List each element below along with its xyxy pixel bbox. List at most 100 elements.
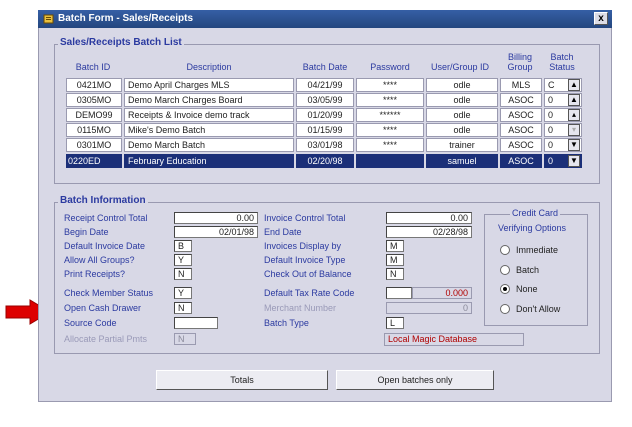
cell-batch-id: 0305MO: [66, 93, 122, 107]
check-member-status-label: Check Member Status: [64, 288, 154, 298]
cell-password: [356, 154, 424, 168]
credit-card-subtitle: Verifying Options: [498, 223, 567, 233]
scroll-first-icon[interactable]: ▲: [568, 79, 580, 91]
invoices-display-by-field[interactable]: M: [386, 240, 404, 252]
begin-date-field[interactable]: 02/01/98: [174, 226, 258, 238]
radio-immediate-label[interactable]: Immediate: [516, 245, 558, 255]
invoices-display-by-label: Invoices Display by: [264, 241, 342, 251]
cell-billing-group: ASOC: [500, 138, 542, 152]
cell-batch-id: DEMO99: [66, 108, 122, 122]
batch-type-field[interactable]: L: [386, 317, 404, 329]
cell-batch-date: 01/20/99: [296, 108, 354, 122]
default-invoice-type-label: Default Invoice Type: [264, 255, 346, 265]
app-icon: [43, 14, 54, 24]
cell-batch-id: 0220ED: [66, 154, 122, 168]
cell-password: ******: [356, 108, 424, 122]
window-title: Batch Form - Sales/Receipts: [58, 13, 194, 24]
invoice-control-total-label: Invoice Control Total: [264, 213, 346, 223]
check-out-of-balance-field[interactable]: N: [386, 268, 404, 280]
allow-all-groups-field[interactable]: Y: [174, 254, 192, 266]
cell-batch-date: 04/21/99: [296, 78, 354, 92]
column-header-batch-date[interactable]: Batch Date: [296, 62, 354, 72]
cell-billing-group: ASOC: [500, 154, 542, 168]
source-code-field[interactable]: [174, 317, 218, 329]
cell-batch-date: 02/20/98: [296, 154, 354, 168]
cell-billing-group: ASOC: [500, 123, 542, 137]
cell-user: trainer: [426, 138, 498, 152]
begin-date-label: Begin Date: [64, 227, 109, 237]
end-date-label: End Date: [264, 227, 302, 237]
cell-description: Receipts & Invoice demo track: [124, 108, 294, 122]
cell-description: Mike's Demo Batch: [124, 123, 294, 137]
cell-batch-date: 03/05/99: [296, 93, 354, 107]
batch-type-description: Local Magic Database: [384, 333, 524, 346]
end-date-field[interactable]: 02/28/98: [386, 226, 472, 238]
scroll-page-down-icon[interactable]: ▼: [568, 139, 580, 151]
radio-batch[interactable]: [500, 265, 510, 275]
cell-batch-date: 01/15/99: [296, 123, 354, 137]
print-receipts-label: Print Receipts?: [64, 269, 126, 279]
default-tax-rate-code-field[interactable]: [386, 287, 412, 299]
allocate-partial-pmts-label: Allocate Partial Pmts: [64, 334, 148, 344]
source-code-label: Source Code: [64, 318, 117, 328]
column-header-billing-group[interactable]: Billing Group: [502, 52, 538, 72]
cell-user: odle: [426, 93, 498, 107]
cell-password: ****: [356, 138, 424, 152]
cell-batch-date: 03/01/98: [296, 138, 354, 152]
title-bar[interactable]: Batch Form - Sales/Receipts: [38, 10, 612, 28]
cell-password: ****: [356, 93, 424, 107]
scroll-down-icon[interactable]: ▾: [568, 124, 580, 136]
cell-password: ****: [356, 123, 424, 137]
cell-batch-id: 0421MO: [66, 78, 122, 92]
batch-type-label: Batch Type: [264, 318, 309, 328]
cell-billing-group: ASOC: [500, 108, 542, 122]
merchant-number-label: Merchant Number: [264, 303, 337, 313]
tax-rate-amount: 0.000: [412, 287, 472, 299]
cell-password: ****: [356, 78, 424, 92]
column-header-user-group-id[interactable]: User/Group ID: [424, 62, 496, 72]
check-member-status-field[interactable]: Y: [174, 287, 192, 299]
scroll-page-up-icon[interactable]: ▲: [568, 94, 580, 106]
cell-batch-id: 0115MO: [66, 123, 122, 137]
default-invoice-date-field[interactable]: B: [174, 240, 192, 252]
allocate-partial-pmts-field: N: [174, 333, 196, 345]
check-out-of-balance-label: Check Out of Balance: [264, 269, 352, 279]
cell-batch-id: 0301MO: [66, 138, 122, 152]
radio-none-selected[interactable]: [500, 284, 510, 294]
cell-description: Demo March Batch: [124, 138, 294, 152]
column-header-description[interactable]: Description: [124, 62, 294, 72]
column-header-batch-status[interactable]: Batch Status: [544, 52, 580, 72]
radio-batch-label[interactable]: Batch: [516, 265, 539, 275]
open-cash-drawer-field[interactable]: N: [174, 302, 192, 314]
allow-all-groups-label: Allow All Groups?: [64, 255, 135, 265]
radio-dont-allow[interactable]: [500, 304, 510, 314]
default-tax-rate-code-label: Default Tax Rate Code: [264, 288, 355, 298]
open-cash-drawer-label: Open Cash Drawer: [64, 303, 142, 313]
cell-description: Demo March Charges Board: [124, 93, 294, 107]
cell-description: Demo April Charges MLS: [124, 78, 294, 92]
default-invoice-type-field[interactable]: M: [386, 254, 404, 266]
totals-button[interactable]: Totals: [156, 370, 328, 390]
cell-billing-group: ASOC: [500, 93, 542, 107]
merchant-number-field: 0: [386, 302, 472, 314]
radio-none-label[interactable]: None: [516, 284, 538, 294]
cell-description: February Education: [124, 154, 294, 168]
batch-list-title: Sales/Receipts Batch List: [58, 37, 184, 48]
scroll-last-icon[interactable]: ▼: [568, 155, 580, 167]
cell-user: samuel: [426, 154, 498, 168]
invoice-control-total-field[interactable]: 0.00: [386, 212, 472, 224]
cell-user: odle: [426, 123, 498, 137]
cell-billing-group: MLS: [500, 78, 542, 92]
radio-dont-allow-label[interactable]: Don't Allow: [516, 304, 560, 314]
close-button[interactable]: x: [594, 12, 608, 25]
scroll-up-icon[interactable]: ▴: [568, 109, 580, 121]
batch-info-title: Batch Information: [58, 195, 148, 206]
receipt-control-total-field[interactable]: 0.00: [174, 212, 258, 224]
cell-user: odle: [426, 78, 498, 92]
open-batches-only-button[interactable]: Open batches only: [336, 370, 494, 390]
column-header-password[interactable]: Password: [356, 62, 424, 72]
print-receipts-field[interactable]: N: [174, 268, 192, 280]
cell-user: odle: [426, 108, 498, 122]
column-header-batch-id[interactable]: Batch ID: [66, 62, 120, 72]
radio-immediate[interactable]: [500, 245, 510, 255]
